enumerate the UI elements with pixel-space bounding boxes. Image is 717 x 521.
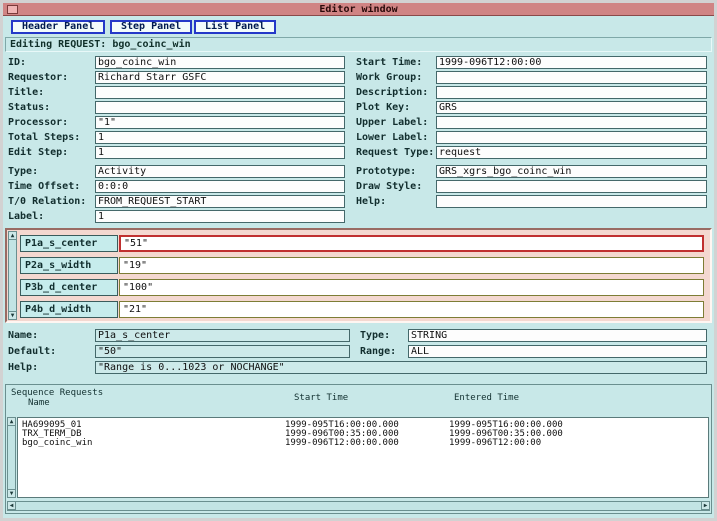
detail-help-label: Help:: [8, 361, 38, 374]
upper-label-field[interactable]: [436, 116, 707, 129]
t0-relation-field[interactable]: [95, 195, 345, 208]
lower-label-label: Lower Label:: [356, 131, 428, 144]
sequence-column-start-time: Start Time: [294, 393, 348, 403]
scroll-left-icon[interactable]: ◀: [7, 501, 16, 510]
start-time-label: Start Time:: [356, 56, 422, 69]
request-type-label: Request Type:: [356, 146, 434, 159]
detail-name-label: Name:: [8, 329, 38, 342]
parameters-panel: ▲ ▼ P1a_s_center P2a_s_width P3b_d_cente…: [5, 228, 712, 323]
detail-type-field[interactable]: [408, 329, 707, 342]
param-value-input[interactable]: [119, 279, 704, 296]
plot-key-label: Plot Key:: [356, 101, 410, 114]
window-title: Editor window: [3, 4, 714, 15]
draw-style-label: Draw Style:: [356, 180, 422, 193]
sequence-scrollbar-vertical[interactable]: ▲ ▼: [7, 417, 16, 498]
edit-step-field[interactable]: [95, 146, 345, 159]
draw-style-field[interactable]: [436, 180, 707, 193]
sequence-column-name: Name: [28, 398, 50, 408]
editor-window: Editor window Header Panel Step Panel Li…: [0, 0, 717, 521]
start-time-field[interactable]: [436, 56, 707, 69]
detail-type-label: Type:: [360, 329, 390, 342]
upper-label-label: Upper Label:: [356, 116, 428, 129]
param-value-input[interactable]: [119, 235, 704, 252]
detail-range-field[interactable]: [408, 345, 707, 358]
work-group-field[interactable]: [436, 71, 707, 84]
work-group-label: Work Group:: [356, 71, 422, 84]
t0-relation-label: T/0 Relation:: [8, 195, 86, 208]
type-label: Type:: [8, 165, 38, 178]
processor-field[interactable]: [95, 116, 345, 129]
detail-help-field[interactable]: [95, 361, 707, 374]
type-field[interactable]: [95, 165, 345, 178]
time-offset-label: Time Offset:: [8, 180, 80, 193]
detail-name-field[interactable]: [95, 329, 350, 342]
step-panel-button[interactable]: Step Panel: [110, 20, 192, 34]
title-label: Title:: [8, 86, 44, 99]
help-field[interactable]: [436, 195, 707, 208]
param-value-input[interactable]: [119, 301, 704, 318]
param-name[interactable]: P2a_s_width: [20, 257, 118, 274]
status-label: Status:: [8, 101, 50, 114]
header-panel-button[interactable]: Header Panel: [11, 20, 105, 34]
detail-default-field[interactable]: [95, 345, 350, 358]
param-name[interactable]: P1a_s_center: [20, 235, 118, 252]
sequence-column-entered-time: Entered Time: [454, 393, 519, 403]
prototype-label: Prototype:: [356, 165, 416, 178]
detail-default-label: Default:: [8, 345, 56, 358]
sequence-requests-list: HA699095_01 1999-095T16:00:00.000 1999-0…: [17, 417, 709, 498]
seq-row-start: 1999-096T12:00:00.000: [285, 439, 399, 448]
requestor-label: Requestor:: [8, 71, 68, 84]
id-field[interactable]: [95, 56, 345, 69]
detail-range-label: Range:: [360, 345, 396, 358]
time-offset-field[interactable]: [95, 180, 345, 193]
param-name[interactable]: P3b_d_center: [20, 279, 118, 296]
prototype-field[interactable]: [436, 165, 707, 178]
id-label: ID:: [8, 56, 26, 69]
scroll-down-icon[interactable]: ▼: [7, 489, 16, 498]
param-value-input[interactable]: [119, 257, 704, 274]
requestor-field[interactable]: [95, 71, 345, 84]
plot-key-field[interactable]: [436, 101, 707, 114]
status-field[interactable]: [95, 101, 345, 114]
label-label: Label:: [8, 210, 44, 223]
title-field[interactable]: [95, 86, 345, 99]
list-item[interactable]: bgo_coinc_win 1999-096T12:00:00.000 1999…: [18, 439, 708, 448]
scroll-down-icon[interactable]: ▼: [8, 311, 17, 320]
scroll-right-icon[interactable]: ▶: [701, 501, 710, 510]
sequence-title: Sequence Requests: [11, 388, 103, 398]
scroll-up-icon[interactable]: ▲: [8, 231, 17, 240]
parameters-scrollbar[interactable]: ▲ ▼: [8, 231, 17, 320]
scroll-up-icon[interactable]: ▲: [7, 417, 16, 426]
total-steps-field[interactable]: [95, 131, 345, 144]
description-field[interactable]: [436, 86, 707, 99]
description-label: Description:: [356, 86, 428, 99]
lower-label-field[interactable]: [436, 131, 707, 144]
label-field[interactable]: [95, 210, 345, 223]
total-steps-label: Total Steps:: [8, 131, 80, 144]
sequence-requests-panel: Sequence Requests Name Start Time Entere…: [5, 384, 712, 514]
list-panel-button[interactable]: List Panel: [194, 20, 276, 34]
processor-label: Processor:: [8, 116, 68, 129]
edit-step-label: Edit Step:: [8, 146, 68, 159]
help-label: Help:: [356, 195, 386, 208]
seq-row-name: bgo_coinc_win: [22, 439, 92, 448]
editing-status: Editing REQUEST: bgo_coinc_win: [5, 37, 712, 52]
seq-row-entered: 1999-096T12:00:00: [449, 439, 541, 448]
title-bar: Editor window: [3, 3, 714, 16]
sequence-scrollbar-horizontal[interactable]: ◀ ▶: [7, 501, 710, 511]
param-name[interactable]: P4b_d_width: [20, 301, 118, 318]
request-type-field[interactable]: [436, 146, 707, 159]
